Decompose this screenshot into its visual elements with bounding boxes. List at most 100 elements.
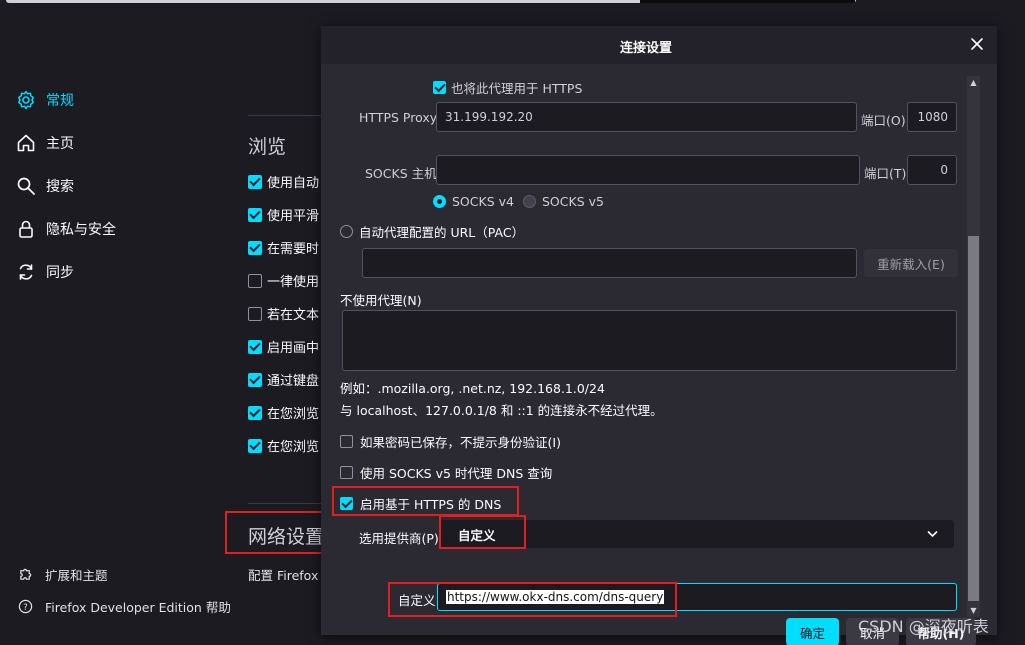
close-icon[interactable] <box>969 36 985 52</box>
option-label: SOCKS v5 <box>542 194 604 209</box>
checkbox[interactable] <box>248 405 262 420</box>
chevron-down-icon <box>927 530 938 538</box>
https-proxy-label: HTTPS Proxy <box>359 110 438 125</box>
option-label: 自动代理配置的 URL（PAC） <box>359 225 525 240</box>
browsing-option[interactable]: 启用画中 <box>248 337 319 356</box>
scroll-up-icon[interactable]: ▲ <box>967 76 980 89</box>
checkbox[interactable] <box>248 372 262 387</box>
browsing-option[interactable]: 在需要时 <box>248 238 319 257</box>
highlight-box <box>225 511 324 554</box>
sidebar-item-general[interactable]: 常规 <box>16 78 116 121</box>
option-label: 在需要时 <box>267 242 320 257</box>
sidebar-item-label: Firefox Developer Edition 帮助 <box>45 599 231 615</box>
sidebar-item-privacy[interactable]: 隐私与安全 <box>16 207 116 250</box>
dialog-body: 也将此代理用于 HTTPS HTTPS Proxy 31.199.192.20 … <box>321 64 997 645</box>
option-label: 使用自动 <box>267 176 320 191</box>
checkbox[interactable] <box>433 81 446 94</box>
socks-v4-radio[interactable]: SOCKS v4 <box>433 194 514 209</box>
option-label: 在您浏览 <box>267 440 320 455</box>
option-label: 若在文本 <box>267 308 320 323</box>
socks-v5-radio[interactable]: SOCKS v5 <box>523 194 604 209</box>
pac-url-input[interactable] <box>362 248 857 278</box>
highlight-box <box>439 515 526 549</box>
section-divider <box>248 115 323 116</box>
radio-button[interactable] <box>523 195 536 208</box>
example-text: 例如：.mozilla.org, .net.nz, 192.168.1.0/24 <box>340 381 605 396</box>
gear-icon <box>18 90 34 109</box>
checkbox[interactable] <box>248 240 262 255</box>
browsing-option[interactable]: 使用平滑 <box>248 205 319 224</box>
lock-icon <box>19 220 33 238</box>
option-label: 也将此代理用于 HTTPS <box>451 81 583 96</box>
help-icon: ? <box>18 599 33 613</box>
search-icon <box>17 177 35 195</box>
browsing-option[interactable]: 若在文本 <box>248 304 319 323</box>
https-proxy-input[interactable]: 31.199.192.20 <box>436 102 857 132</box>
provider-label: 选用提供商(P) <box>359 531 439 546</box>
https-port-label: 端口(O) <box>861 113 906 128</box>
dialog-title: 连接设置 <box>619 41 672 56</box>
network-section-description: 配置 Firefox <box>248 568 319 583</box>
socks-dns-option[interactable]: 使用 SOCKS v5 时代理 DNS 查询 <box>340 463 552 482</box>
sync-icon <box>19 263 33 280</box>
reload-button[interactable]: 重新载入(E) <box>864 249 958 277</box>
puzzle-icon <box>20 568 32 580</box>
checkbox[interactable] <box>248 207 262 222</box>
sidebar-bottom: 扩展和主题 ? Firefox Developer Edition 帮助 <box>18 558 231 622</box>
dialog-header: 连接设置 <box>321 26 997 64</box>
auto-proxy-radio[interactable]: 自动代理配置的 URL（PAC） <box>340 222 524 241</box>
sidebar-item-search[interactable]: 搜索 <box>16 164 116 207</box>
option-label: 使用平滑 <box>267 209 320 224</box>
scroll-thumb[interactable] <box>968 236 979 601</box>
no-proxy-textarea[interactable] <box>342 310 957 371</box>
highlight-box <box>332 486 519 516</box>
radio-button[interactable] <box>340 225 353 238</box>
socks-host-input[interactable] <box>436 155 860 185</box>
option-label: 启用画中 <box>267 341 320 356</box>
sidebar-item-label: 搜索 <box>46 178 74 195</box>
checkbox[interactable] <box>340 435 353 448</box>
sidebar-item-label: 扩展和主题 <box>45 567 108 583</box>
ok-button[interactable]: 确定 <box>786 618 839 645</box>
socks-host-label: SOCKS 主机 <box>365 166 437 181</box>
https-also-option[interactable]: 也将此代理用于 HTTPS <box>433 78 582 97</box>
localhost-note: 与 localhost、127.0.0.1/8 和 ::1 的连接永不经过代理。 <box>340 403 663 418</box>
checkbox[interactable] <box>340 466 353 479</box>
sidebar-item-home[interactable]: 主页 <box>16 121 116 164</box>
sidebar-item-label: 主页 <box>46 135 74 152</box>
sidebar-item-help[interactable]: ? Firefox Developer Edition 帮助 <box>18 590 231 622</box>
option-label: 在您浏览 <box>267 407 320 422</box>
browsing-option[interactable]: 使用自动 <box>248 172 319 191</box>
radio-button[interactable] <box>433 195 446 208</box>
svg-text:?: ? <box>23 601 27 611</box>
browsing-option[interactable]: 一律使用 <box>248 271 319 290</box>
checkbox[interactable] <box>248 306 262 321</box>
preferences-sidebar: 常规 主页 搜索 隐私与安全 同步 <box>16 78 116 293</box>
checkbox[interactable] <box>248 174 262 189</box>
socks-port-label: 端口(T) <box>864 166 907 181</box>
browsing-option[interactable]: 通过键盘 <box>248 370 319 389</box>
dialog-scrollbar[interactable]: ▲ ▼ <box>967 76 980 617</box>
connection-settings-dialog: 连接设置 也将此代理用于 HTTPS HTTPS Proxy 31.199.19… <box>321 26 997 645</box>
no-auth-prompt-option[interactable]: 如果密码已保存，不提示身份验证(I) <box>340 432 561 451</box>
sidebar-item-addons[interactable]: 扩展和主题 <box>18 558 231 590</box>
sidebar-item-sync[interactable]: 同步 <box>16 250 116 293</box>
option-label: 如果密码已保存，不提示身份验证(I) <box>360 435 561 450</box>
checkbox[interactable] <box>248 339 262 354</box>
no-proxy-label: 不使用代理(N) <box>340 293 422 308</box>
browsing-option[interactable]: 在您浏览 <box>248 403 319 422</box>
browsing-option[interactable]: 在您浏览 <box>248 436 319 455</box>
checkbox[interactable] <box>248 273 262 288</box>
home-icon <box>17 134 35 151</box>
browsing-section-title: 浏览 <box>248 136 287 158</box>
socks-port-input[interactable]: 0 <box>907 155 957 185</box>
watermark: CSDN @深夜听表 <box>858 617 989 636</box>
checkbox[interactable] <box>248 438 262 453</box>
highlight-box <box>388 582 677 617</box>
sidebar-item-label: 同步 <box>46 264 74 281</box>
https-port-input[interactable]: 1080 <box>907 102 957 132</box>
sidebar-item-label: 隐私与安全 <box>46 221 116 238</box>
sidebar-item-label: 常规 <box>46 92 74 109</box>
option-label: 使用 SOCKS v5 时代理 DNS 查询 <box>360 466 553 481</box>
browser-top-strip <box>0 0 1025 6</box>
